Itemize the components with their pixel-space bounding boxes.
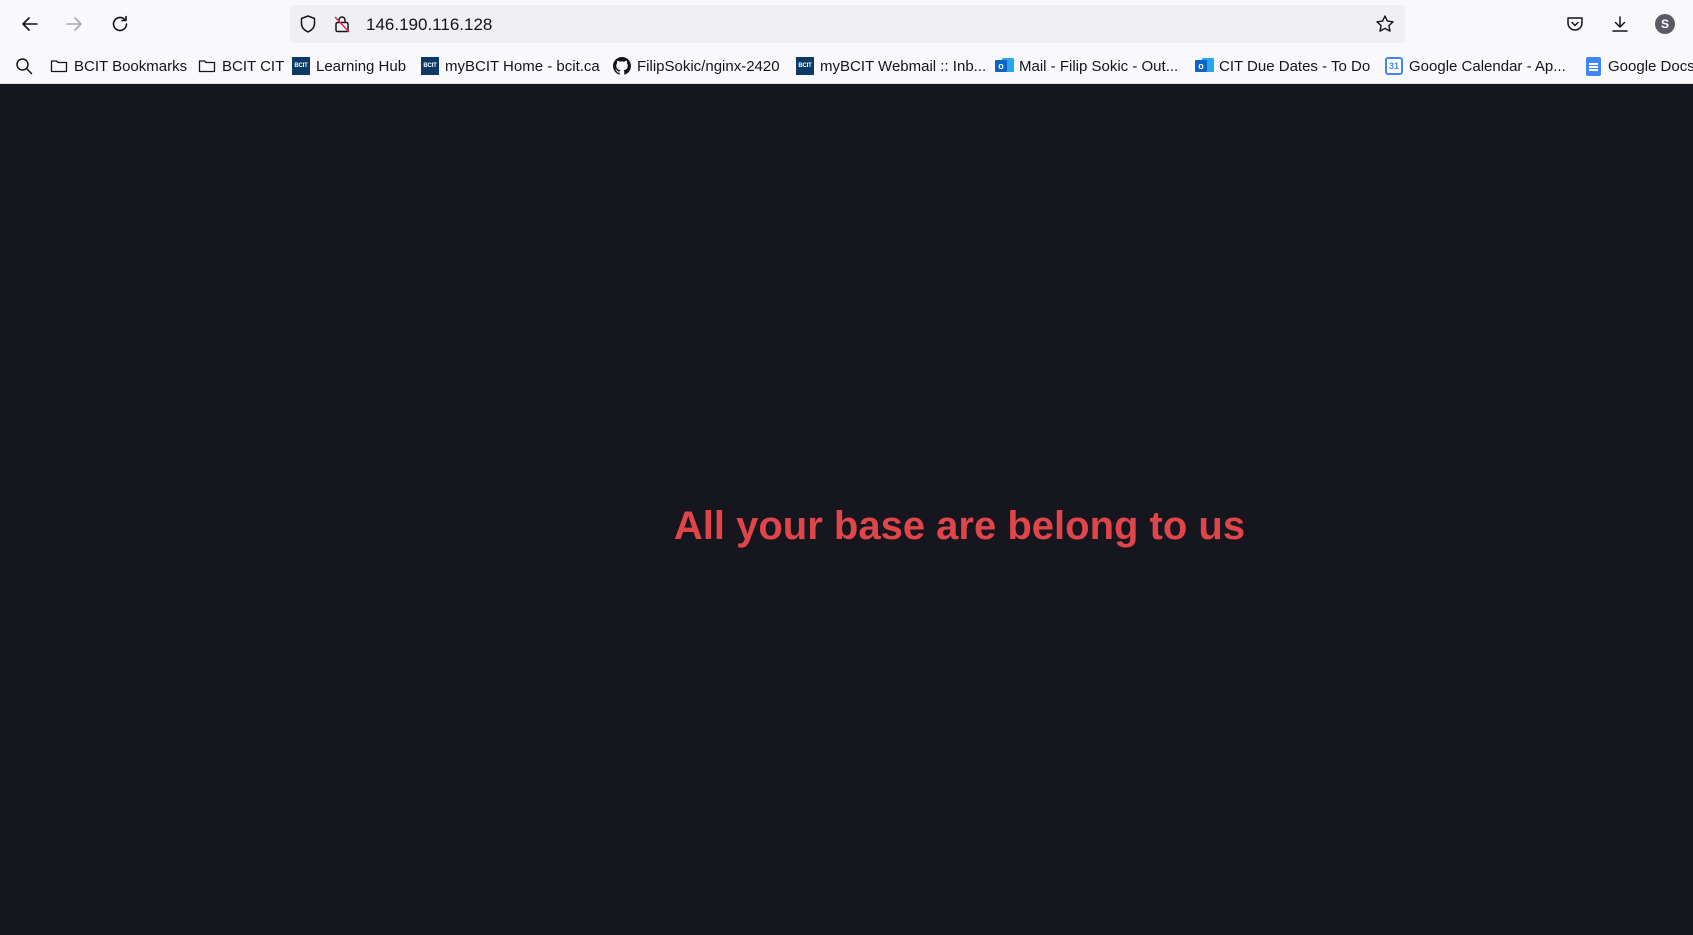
reload-button[interactable] xyxy=(102,6,138,42)
arrow-right-icon xyxy=(66,17,82,31)
bookmark-label: Google Docs xyxy=(1608,57,1693,75)
folder-icon xyxy=(50,57,68,75)
bookmark-google-docs[interactable]: Google Docs xyxy=(1584,55,1693,77)
bookmark-google-calendar[interactable]: 31 Google Calendar - Ap... xyxy=(1385,55,1566,77)
bookmark-learning-hub[interactable]: BCIT Learning Hub xyxy=(292,55,406,77)
github-icon xyxy=(613,57,631,75)
bookmark-label: Mail - Filip Sokic - Out... xyxy=(1019,57,1179,75)
bookmark-github-nginx[interactable]: FilipSokic/nginx-2420 xyxy=(613,55,780,77)
bookmark-label: BCIT CIT xyxy=(222,57,285,75)
google-calendar-icon: 31 xyxy=(1385,57,1403,75)
bookmark-label: myBCIT Webmail :: Inb... xyxy=(820,57,987,75)
bookmark-label: myBCIT Home - bcit.ca xyxy=(445,57,600,75)
bookmark-label: Google Calendar - Ap... xyxy=(1409,57,1566,75)
account-button[interactable]: S xyxy=(1647,6,1683,42)
bookmark-outlook-mail[interactable]: o Mail - Filip Sokic - Out... xyxy=(995,55,1178,77)
bcit-icon: BCIT xyxy=(421,57,439,75)
avatar: S xyxy=(1655,14,1675,34)
bookmark-label: FilipSokic/nginx-2420 xyxy=(637,57,780,75)
back-button[interactable] xyxy=(12,6,48,42)
bookmark-label: Learning Hub xyxy=(316,57,407,75)
shield-icon[interactable] xyxy=(298,14,318,34)
page-headline: All your base are belong to us xyxy=(673,504,1246,548)
bookmarks-toolbar: BCIT Bookmarks BCIT CIT BCIT Learning Hu… xyxy=(0,48,1693,84)
page-content: All your base are belong to us xyxy=(0,84,1693,935)
bcit-icon: BCIT xyxy=(292,57,310,75)
outlook-icon: o xyxy=(1195,57,1214,75)
forward-button[interactable] xyxy=(56,6,92,42)
bookmark-bcit-cit[interactable]: BCIT CIT xyxy=(198,55,284,77)
folder-icon xyxy=(198,57,216,75)
bookmark-label: CIT Due Dates - To Do xyxy=(1219,57,1371,75)
bookmark-cit-due-dates[interactable]: o CIT Due Dates - To Do xyxy=(1195,55,1370,77)
browser-window: 146.190.116.128 S BCIT Bookmarks BCIT CI… xyxy=(0,0,1693,935)
arrow-left-icon xyxy=(22,17,38,31)
search-icon xyxy=(16,58,33,75)
pocket-button[interactable] xyxy=(1557,6,1593,42)
bookmark-bcit-bookmarks[interactable]: BCIT Bookmarks xyxy=(50,55,187,77)
bcit-icon: BCIT xyxy=(796,57,814,75)
reload-icon xyxy=(112,15,128,32)
downloads-button[interactable] xyxy=(1602,6,1638,42)
bookmark-label: BCIT Bookmarks xyxy=(74,57,188,75)
google-docs-icon xyxy=(1585,56,1601,76)
navigation-toolbar: 146.190.116.128 S xyxy=(0,0,1693,48)
insecure-lock-icon[interactable] xyxy=(332,14,352,34)
outlook-icon: o xyxy=(995,57,1014,75)
star-icon[interactable] xyxy=(1375,14,1395,34)
download-icon xyxy=(1612,16,1628,32)
bookmarks-search-button[interactable] xyxy=(14,55,34,77)
url-text[interactable]: 146.190.116.128 xyxy=(366,15,492,35)
bookmark-mybcit-webmail[interactable]: BCIT myBCIT Webmail :: Inb... xyxy=(796,55,986,77)
pocket-icon xyxy=(1567,17,1583,31)
bookmark-mybcit-home[interactable]: BCIT myBCIT Home - bcit.ca xyxy=(421,55,600,77)
url-bar[interactable]: 146.190.116.128 xyxy=(290,5,1405,43)
